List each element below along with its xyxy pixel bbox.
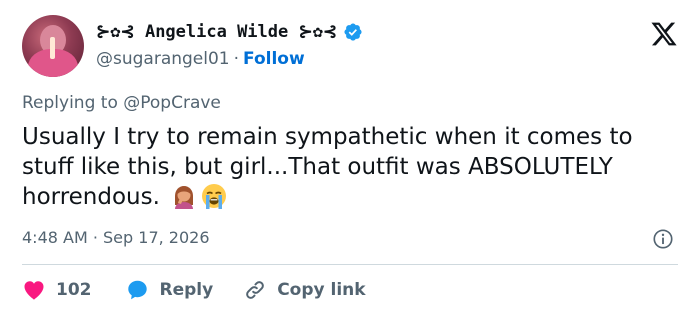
reply-button[interactable]: Reply: [126, 278, 214, 302]
avatar[interactable]: [22, 15, 84, 77]
reply-bubble-icon: [127, 280, 147, 300]
follow-button[interactable]: Follow: [243, 49, 305, 69]
woman-facepalming-emoji-icon: [175, 186, 194, 209]
x-logo-icon[interactable]: [650, 20, 678, 48]
action-bar: 102 Reply Copy link: [22, 278, 366, 302]
loudly-crying-face-emoji-icon: [202, 184, 227, 209]
divider: [22, 264, 678, 265]
author-handle[interactable]: @sugarangel01: [96, 49, 230, 69]
display-name[interactable]: ⊱✿⊰ Angelica Wilde ⊱✿⊰: [96, 22, 337, 42]
timestamp[interactable]: 4:48 AM · Sep 17, 2026: [22, 228, 210, 247]
reply-label: Reply: [159, 280, 214, 300]
verified-badge-icon: [344, 23, 362, 41]
like-button[interactable]: 102: [22, 278, 92, 302]
tweet-text: Usually I try to remain sympathetic when…: [22, 122, 687, 212]
handle-row: @sugarangel01 · Follow: [96, 49, 305, 69]
separator: ·: [233, 49, 240, 69]
heart-icon: [24, 281, 44, 300]
copy-link-button[interactable]: Copy link: [243, 278, 366, 302]
tweet-body: Usually I try to remain sympathetic when…: [22, 124, 633, 210]
link-icon: [246, 281, 265, 299]
info-icon[interactable]: [652, 228, 674, 250]
replying-to[interactable]: Replying to @PopCrave: [22, 93, 221, 113]
like-count: 102: [56, 280, 92, 300]
copy-link-label: Copy link: [277, 280, 366, 300]
author-name-row[interactable]: ⊱✿⊰ Angelica Wilde ⊱✿⊰: [96, 22, 363, 42]
